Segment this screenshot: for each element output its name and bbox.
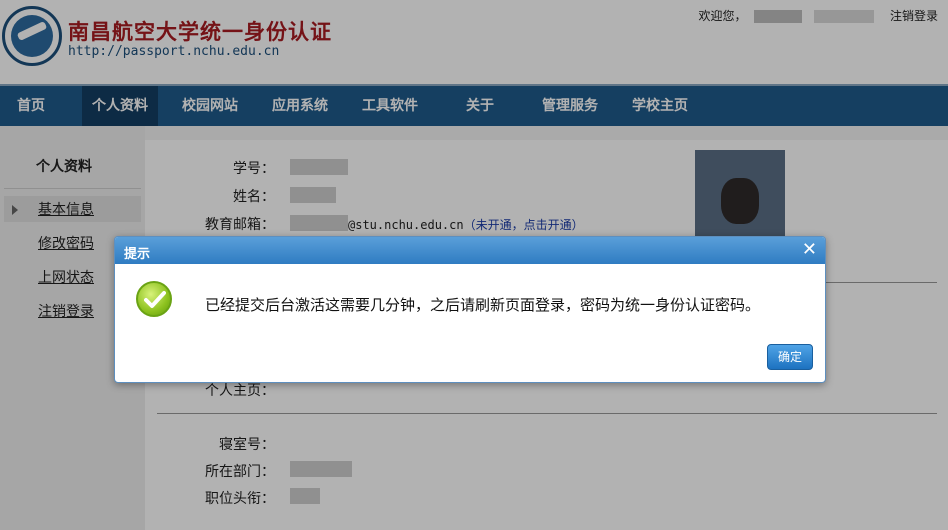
prompt-dialog: 提示 ✕ 已经提交后台激活这需要几分钟，之后请刷新页面登录，密码为统一身份认证密… xyxy=(114,236,826,383)
dialog-header: 提示 ✕ xyxy=(115,237,825,264)
checkmark-icon xyxy=(136,281,172,317)
close-icon[interactable]: ✕ xyxy=(802,239,817,261)
dialog-title: 提示 xyxy=(124,247,151,262)
ok-button[interactable]: 确定 xyxy=(767,344,813,370)
dialog-message: 已经提交后台激活这需要几分钟，之后请刷新页面登录，密码为统一身份认证密码。 xyxy=(205,296,761,314)
